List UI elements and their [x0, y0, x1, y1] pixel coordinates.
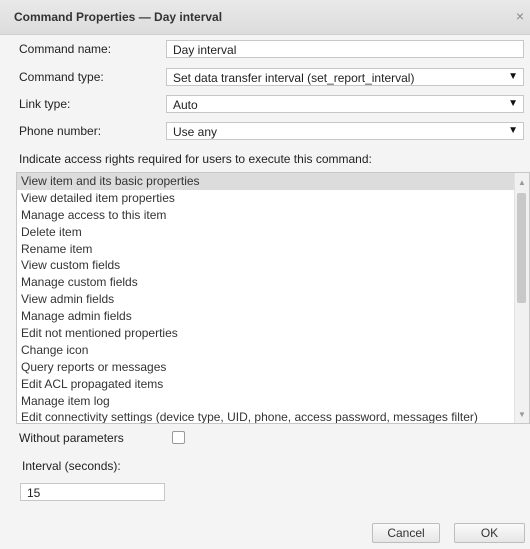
access-right-item[interactable]: Manage admin fields — [17, 308, 518, 325]
list-scrollbar[interactable]: ▲ ▼ — [514, 173, 529, 423]
interval-label: Interval (seconds): — [22, 459, 121, 473]
access-rights-heading: Indicate access rights required for user… — [19, 152, 372, 166]
link-type-value: Auto — [173, 98, 198, 112]
command-type-select[interactable]: Set data transfer interval (set_report_i… — [166, 68, 524, 86]
access-right-item[interactable]: Manage item log — [17, 393, 518, 410]
access-right-item[interactable]: View item and its basic properties — [17, 173, 518, 190]
access-right-item[interactable]: Query reports or messages — [17, 359, 518, 376]
dialog-titlebar[interactable]: Command Properties — Day interval × — [0, 0, 530, 35]
command-type-label: Command type: — [19, 70, 104, 84]
close-icon[interactable]: × — [516, 8, 524, 24]
access-right-item[interactable]: View custom fields — [17, 257, 518, 274]
access-right-item[interactable]: Rename item — [17, 241, 518, 258]
command-type-value: Set data transfer interval (set_report_i… — [173, 71, 415, 85]
access-right-item[interactable]: Delete item — [17, 224, 518, 241]
chevron-down-icon: ▼ — [508, 98, 518, 109]
command-properties-dialog: Command Properties — Day interval × Comm… — [0, 0, 530, 549]
scroll-down-icon[interactable]: ▼ — [518, 410, 526, 419]
access-right-item[interactable]: Edit connectivity settings (device type,… — [17, 409, 518, 423]
without-parameters-label: Without parameters — [19, 431, 124, 445]
cancel-button[interactable]: Cancel — [372, 523, 440, 543]
phone-number-label: Phone number: — [19, 124, 102, 138]
command-name-input[interactable]: Day interval — [166, 40, 524, 58]
link-type-select[interactable]: Auto ▼ — [166, 95, 524, 113]
access-right-item[interactable]: View admin fields — [17, 291, 518, 308]
access-right-item[interactable]: Change icon — [17, 342, 518, 359]
phone-number-select[interactable]: Use any ▼ — [166, 122, 524, 140]
access-rights-list[interactable]: View item and its basic properties View d… — [16, 172, 530, 424]
access-right-item[interactable]: View detailed item properties — [17, 190, 518, 207]
access-right-item[interactable]: Edit ACL propagated items — [17, 376, 518, 393]
phone-number-value: Use any — [173, 125, 218, 139]
access-right-item[interactable]: Manage access to this item — [17, 207, 518, 224]
access-right-item[interactable]: Manage custom fields — [17, 274, 518, 291]
chevron-down-icon: ▼ — [508, 125, 518, 136]
dialog-title: Command Properties — Day interval — [14, 10, 223, 24]
without-parameters-checkbox[interactable] — [172, 431, 185, 444]
access-right-item[interactable]: Edit not mentioned properties — [17, 325, 518, 342]
interval-input[interactable]: 15 — [20, 483, 165, 501]
chevron-down-icon: ▼ — [508, 71, 518, 82]
scroll-up-icon[interactable]: ▲ — [518, 178, 526, 187]
ok-button[interactable]: OK — [454, 523, 525, 543]
scrollbar-thumb[interactable] — [517, 193, 526, 303]
link-type-label: Link type: — [19, 97, 71, 111]
command-name-label: Command name: — [19, 42, 112, 56]
